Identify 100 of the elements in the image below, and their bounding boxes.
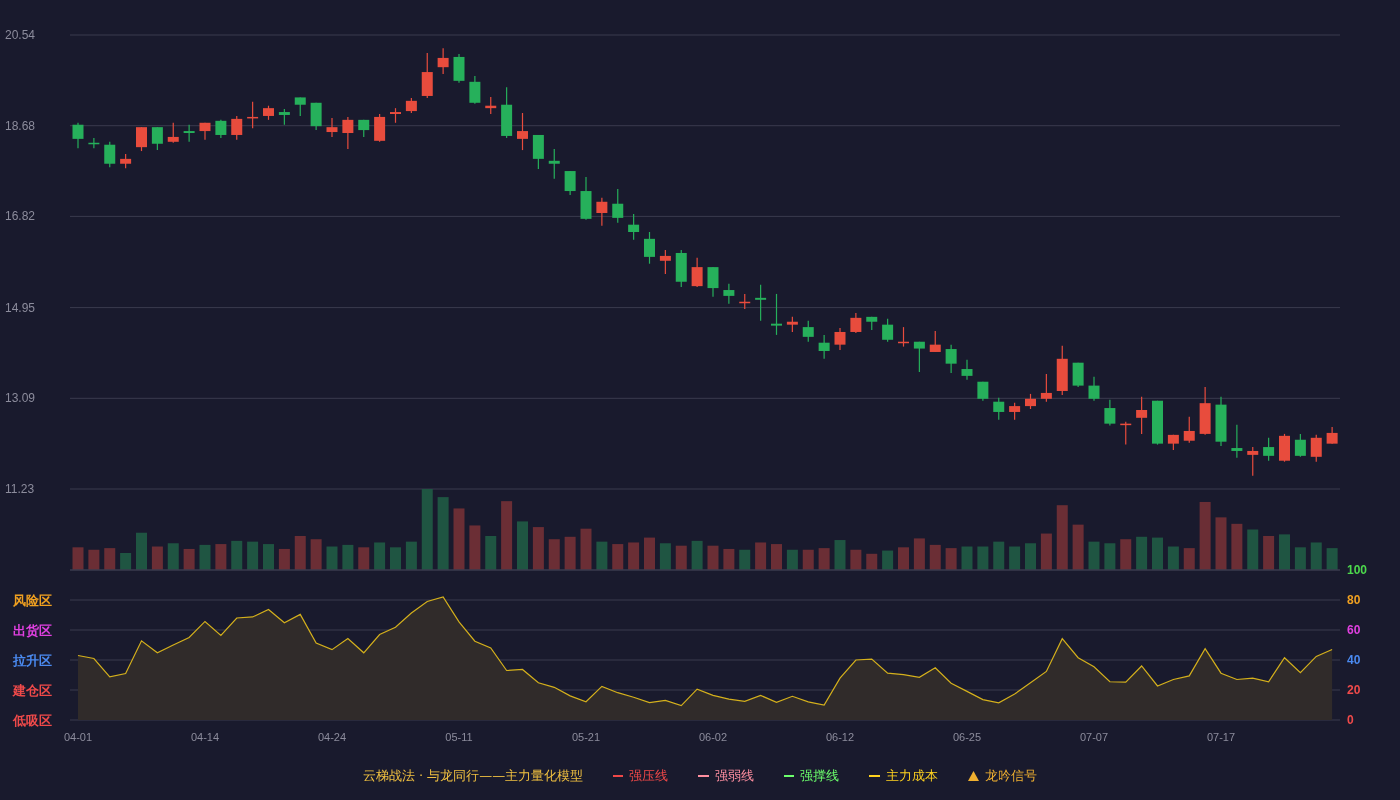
candlestick xyxy=(1183,416,1195,444)
candlestick xyxy=(1104,399,1116,427)
volume-bar xyxy=(580,528,592,570)
volume-bar xyxy=(866,553,878,570)
candlestick xyxy=(755,284,767,322)
volume-bar xyxy=(882,550,894,570)
volume-bar xyxy=(739,549,751,570)
volume-bar xyxy=(1056,505,1068,570)
candlestick xyxy=(866,316,878,331)
candlestick xyxy=(1072,362,1084,388)
volume-bar xyxy=(167,543,179,570)
candlestick xyxy=(310,102,322,131)
candlestick xyxy=(723,283,735,305)
date-label: 06-12 xyxy=(825,731,855,743)
axis-label: 16.82 xyxy=(5,209,36,224)
volume-bar xyxy=(993,541,1005,570)
candlestick xyxy=(707,266,719,298)
volume-bar xyxy=(755,542,767,570)
volume-bar xyxy=(898,547,909,570)
candlestick xyxy=(644,231,655,265)
candlestick xyxy=(929,330,941,353)
candlestick xyxy=(1279,433,1290,463)
candlestick xyxy=(120,153,132,169)
volume-bar xyxy=(374,542,386,570)
volume-bar xyxy=(1104,543,1116,570)
volume-bar xyxy=(1009,546,1021,570)
volume-bar xyxy=(310,539,322,570)
candlestick xyxy=(913,341,925,373)
volume-bar xyxy=(1247,529,1259,570)
candlestick xyxy=(199,122,211,141)
volume-bar xyxy=(723,548,735,570)
date-label: 04-01 xyxy=(63,731,93,743)
candlestick xyxy=(405,97,417,114)
volume-bar xyxy=(120,553,132,570)
candlestick xyxy=(151,126,163,151)
candlestick xyxy=(898,326,909,348)
volume-bar xyxy=(612,544,624,570)
volume-bar xyxy=(358,547,370,570)
candlestick xyxy=(1310,434,1322,463)
legend-label: 主力成本 xyxy=(886,767,939,785)
zone-label: 拉升区 xyxy=(13,653,52,668)
volume-bar xyxy=(834,540,846,570)
candlestick xyxy=(136,126,147,152)
candlestick xyxy=(1263,437,1275,462)
zone-label: 风险区 xyxy=(13,593,52,608)
volume-bar xyxy=(802,549,814,570)
volume-bar xyxy=(1279,534,1290,570)
date-label: 06-25 xyxy=(952,731,982,743)
candlestick xyxy=(1326,426,1338,445)
volume-bar xyxy=(469,525,481,570)
candlestick xyxy=(1120,421,1132,446)
volume-bar xyxy=(945,548,957,570)
candlestick xyxy=(517,112,528,151)
volume-bar xyxy=(659,543,671,570)
candlestick xyxy=(104,141,116,168)
volume-bar xyxy=(1294,547,1306,570)
candlestick xyxy=(675,249,687,288)
axis-label: 18.68 xyxy=(5,118,36,133)
volume-bar xyxy=(342,544,354,570)
volume-bar xyxy=(564,536,576,570)
candlestick xyxy=(1247,446,1259,477)
candlestick xyxy=(294,96,306,117)
candlestick xyxy=(1025,393,1036,410)
candlestick xyxy=(596,197,608,227)
volume-bar xyxy=(1326,548,1338,570)
candlestick xyxy=(659,249,671,275)
candlestick xyxy=(358,119,370,138)
candlestick xyxy=(961,359,973,381)
date-label: 04-14 xyxy=(190,731,220,743)
volume-bar xyxy=(548,539,560,570)
volume-bar xyxy=(215,544,227,570)
candlestick xyxy=(548,148,560,180)
zone-label: 建仓区 xyxy=(13,683,52,698)
volume-bar xyxy=(1136,536,1148,570)
volume-bar xyxy=(1152,537,1163,570)
candlestick xyxy=(167,122,179,144)
candlestick xyxy=(278,108,290,126)
axis-label: 100 xyxy=(1347,563,1368,577)
volume-bar xyxy=(961,546,973,570)
date-label: 07-07 xyxy=(1079,731,1109,743)
candlestick xyxy=(453,53,465,84)
candlestick xyxy=(1009,402,1021,421)
volume-bar xyxy=(1231,523,1243,570)
volume-bar xyxy=(977,546,989,570)
candlestick xyxy=(342,116,354,150)
candlestick xyxy=(882,318,894,343)
date-label: 04-24 xyxy=(317,731,347,743)
candlestick xyxy=(945,344,957,374)
legend-label: 强弱线 xyxy=(715,767,755,785)
axis-label: 80 xyxy=(1347,593,1361,607)
legend-label: 强压线 xyxy=(629,767,669,785)
zone-label: 低吸区 xyxy=(13,713,52,728)
candlestick xyxy=(771,293,782,336)
volume-bar xyxy=(644,537,655,570)
volume-bar xyxy=(136,532,147,570)
candlestick xyxy=(326,117,338,138)
volume-bar xyxy=(1215,517,1227,570)
candlestick xyxy=(977,381,989,402)
candlestick xyxy=(421,52,433,99)
candlestick xyxy=(437,47,449,75)
